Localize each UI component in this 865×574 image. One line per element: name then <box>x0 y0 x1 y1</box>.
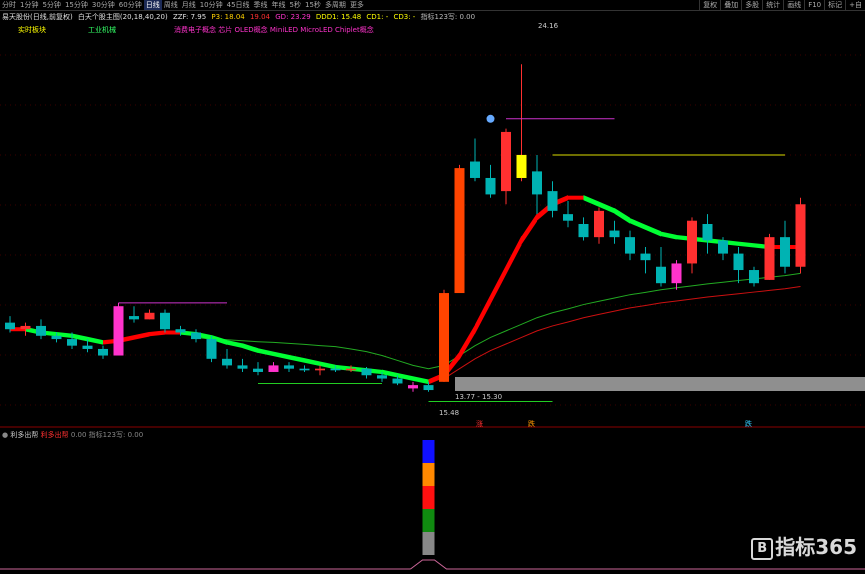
candle-body <box>20 325 31 330</box>
ribbon-segment <box>304 358 320 367</box>
sub-v1: 0.00 <box>70 431 87 439</box>
ribbon-segment <box>521 213 537 245</box>
candle-body <box>563 214 573 221</box>
candle-body <box>485 177 496 195</box>
candle-highlight <box>516 154 527 178</box>
ribbon-segment <box>568 195 584 200</box>
ribbon-segment <box>459 324 475 360</box>
candle-body <box>733 253 744 271</box>
ribbon-segment <box>506 235 522 275</box>
ribbon-segment <box>289 354 305 363</box>
ribbon-segment <box>475 294 491 334</box>
candle-body <box>501 131 511 192</box>
ribbon-segment <box>630 218 646 230</box>
candle-body <box>268 365 279 372</box>
ribbon-segment <box>227 340 243 348</box>
candle-body <box>129 316 139 320</box>
sub-bar-segment-4 <box>422 532 435 555</box>
ribbon-segment <box>242 343 258 354</box>
ribbon-segment <box>661 231 677 240</box>
low-price-label: 15.48 <box>439 409 460 417</box>
candle-body <box>36 325 46 336</box>
ribbon-segment <box>273 351 289 360</box>
candle-body <box>547 191 558 211</box>
sub-baseline-right <box>410 559 865 570</box>
watermark: B 指标365 <box>751 531 857 560</box>
sub-v2: 指标123写: 0.00 <box>88 431 144 439</box>
ribbon-segment <box>614 207 630 224</box>
candle-body <box>237 365 248 369</box>
candle-body <box>392 378 403 384</box>
candle-body <box>702 224 713 241</box>
sub-title-text[interactable]: 利多出帮 <box>10 431 38 439</box>
ribbon-segment <box>490 265 506 305</box>
sub-name: 利多出帮 <box>40 431 69 439</box>
candle-body <box>191 332 201 340</box>
candle-body <box>67 339 77 346</box>
candle-body <box>609 230 620 238</box>
sub-bar-segment-1 <box>422 463 435 486</box>
candle-body <box>160 312 170 330</box>
candle-body <box>640 253 651 261</box>
candle-body <box>113 306 124 356</box>
candle-body <box>299 368 310 371</box>
range-label: 13.77 - 15.30 <box>455 393 503 401</box>
sub-icon: ● <box>2 431 9 439</box>
candle-body <box>656 266 666 284</box>
candle-body <box>532 171 542 195</box>
candle-body <box>253 368 263 372</box>
candle-body <box>718 240 728 254</box>
candle-body <box>377 375 387 379</box>
candle-body <box>361 368 372 376</box>
candle-body <box>795 204 806 267</box>
candle-body <box>346 368 356 371</box>
candle-body <box>315 368 325 371</box>
sub-indicator-title: ● 利多出帮 利多出帮 0.00 指标123写: 0.00 <box>2 430 143 440</box>
candle-body <box>454 168 465 294</box>
candle-body <box>764 237 775 280</box>
ribbon-segment <box>738 241 754 248</box>
sub-bar-segment-2 <box>422 486 435 509</box>
candle-body <box>408 385 418 389</box>
candle-body <box>144 312 155 320</box>
candle-body <box>51 335 62 340</box>
marker-3: 跌 <box>745 420 752 428</box>
candle-body <box>222 358 232 366</box>
candle-body <box>671 263 682 284</box>
ribbon-segment <box>320 361 336 370</box>
red-ma-line <box>443 285 801 379</box>
candle-body <box>98 348 108 356</box>
ribbon-segment <box>87 336 103 345</box>
candle-body <box>687 220 697 264</box>
kline-chart[interactable] <box>0 0 865 574</box>
ribbon-segment <box>645 224 661 237</box>
candle-body <box>330 368 341 371</box>
ribbon-segment <box>413 376 429 385</box>
high-price-label: 24.16 <box>538 22 559 30</box>
candle-body <box>578 224 589 238</box>
marker-1: 涨 <box>476 420 483 428</box>
candle-body <box>206 339 217 359</box>
candle-body <box>470 161 480 178</box>
candle-body <box>423 385 434 391</box>
watermark-logo-icon: B <box>751 537 774 560</box>
candle-body <box>82 345 93 349</box>
candle-body <box>749 270 759 284</box>
ribbon-segment <box>134 331 150 340</box>
candle-body <box>780 237 790 267</box>
candle-body <box>594 210 604 238</box>
watermark-text: 指标365 <box>775 535 857 559</box>
sub-bar-segment-3 <box>422 509 435 532</box>
sub-bar-segment-0 <box>422 440 435 463</box>
candle-body <box>625 237 635 254</box>
marker-2: 跌 <box>528 420 535 428</box>
ribbon-segment <box>149 330 165 337</box>
candle-body <box>175 329 186 333</box>
candle-body <box>439 293 449 382</box>
high-marker-dot <box>486 114 495 123</box>
candle-body <box>284 365 294 369</box>
support-zone-bar <box>455 377 865 391</box>
candle-body <box>5 322 15 330</box>
